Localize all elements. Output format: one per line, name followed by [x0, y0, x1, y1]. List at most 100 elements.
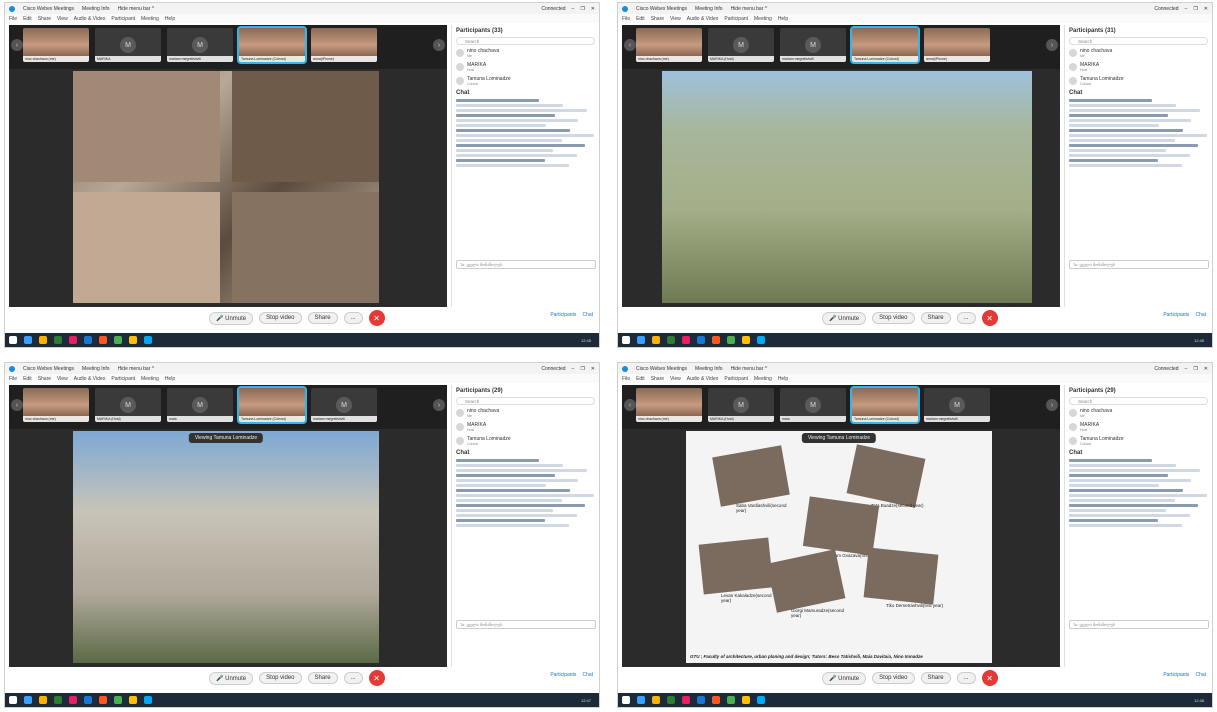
share-button[interactable]: Share — [920, 312, 951, 324]
taskbar-app-icon[interactable] — [637, 336, 645, 344]
menu-item[interactable]: Share — [38, 16, 51, 22]
participant-thumbnail[interactable]: Mmariam megrelishvili — [780, 28, 846, 62]
menu-item[interactable]: Participant — [111, 16, 135, 22]
stop-video-button[interactable]: Stop video — [259, 672, 302, 684]
taskbar-app-icon[interactable] — [682, 696, 690, 704]
taskbar-app-icon[interactable] — [114, 336, 122, 344]
more-button[interactable]: ... — [956, 672, 976, 684]
participant-search[interactable]: Search — [1069, 37, 1208, 45]
menu-item[interactable]: Audio & Video — [687, 376, 719, 382]
participant-row[interactable]: MARIKA Host — [1069, 422, 1208, 432]
menu-item[interactable]: View — [57, 376, 68, 382]
taskbar-app-icon[interactable] — [637, 696, 645, 704]
taskbar-app-icon[interactable] — [652, 696, 660, 704]
menu-item[interactable]: View — [670, 376, 681, 382]
menu-item[interactable]: Share — [38, 376, 51, 382]
menu-item[interactable]: Audio & Video — [74, 16, 106, 22]
next-icon[interactable]: › — [433, 39, 445, 51]
hide-menu-button[interactable]: Hide menu bar ^ — [731, 366, 768, 372]
menu-item[interactable]: Participant — [111, 376, 135, 382]
participants-toggle[interactable]: Participants — [1163, 672, 1189, 678]
participant-thumbnail[interactable]: M MARIKA — [95, 28, 161, 62]
menu-item[interactable]: Participant — [724, 16, 748, 22]
close-icon[interactable]: ✕ — [591, 6, 595, 12]
participant-search[interactable]: Search — [456, 37, 595, 45]
taskbar-app-icon[interactable] — [622, 336, 630, 344]
unmute-button[interactable]: 🎤 Unmute — [209, 311, 254, 325]
restore-icon[interactable]: ❐ — [1193, 366, 1197, 372]
minimize-icon[interactable]: – — [572, 6, 575, 12]
participant-row[interactable]: Tamuna Lominadze Cohost — [456, 436, 595, 446]
close-icon[interactable]: ✕ — [1204, 6, 1208, 12]
taskbar-app-icon[interactable] — [757, 336, 765, 344]
participant-row[interactable]: nino chachava Me — [1069, 408, 1208, 418]
taskbar-app-icon[interactable] — [742, 696, 750, 704]
prev-icon[interactable]: ‹ — [11, 39, 23, 51]
menu-item[interactable]: View — [57, 16, 68, 22]
next-icon[interactable]: › — [1046, 39, 1058, 51]
prev-icon[interactable]: ‹ — [624, 39, 636, 51]
taskbar-app-icon[interactable] — [727, 696, 735, 704]
participant-thumbnail[interactable]: M MARIKA (Host) — [95, 388, 161, 422]
participant-thumbnail[interactable]: Tamuna Lominadze (Cohost) — [237, 26, 307, 64]
menu-item[interactable]: Meeting — [141, 16, 159, 22]
unmute-button[interactable]: 🎤 Unmute — [822, 671, 867, 685]
menu-item[interactable]: Audio & Video — [687, 16, 719, 22]
participant-thumbnail[interactable]: M MARIKA (Host) — [708, 388, 774, 422]
participant-row[interactable]: MARIKA Host — [1069, 62, 1208, 72]
taskbar-app-icon[interactable] — [667, 696, 675, 704]
participant-row[interactable]: Tamuna Lominadze Cohost — [1069, 76, 1208, 86]
taskbar-app-icon[interactable] — [144, 336, 152, 344]
next-icon[interactable]: › — [1046, 399, 1058, 411]
taskbar-app-icon[interactable] — [54, 336, 62, 344]
menu-item[interactable]: Audio & Video — [74, 376, 106, 382]
taskbar-app-icon[interactable] — [757, 696, 765, 704]
participants-toggle[interactable]: Participants — [550, 672, 576, 678]
taskbar-app-icon[interactable] — [39, 696, 47, 704]
participant-thumbnail[interactable]: anna(iPhone) — [311, 28, 377, 62]
end-call-icon[interactable]: ✕ — [981, 670, 998, 686]
share-button[interactable]: Share — [307, 672, 338, 684]
taskbar-app-icon[interactable] — [144, 696, 152, 704]
close-icon[interactable]: ✕ — [591, 366, 595, 372]
taskbar-app-icon[interactable] — [652, 336, 660, 344]
meeting-info-button[interactable]: Meeting Info — [82, 366, 110, 372]
taskbar-app-icon[interactable] — [9, 336, 17, 344]
chat-to-select[interactable]: To: ყველა მონაწილეს — [1069, 260, 1209, 269]
meeting-info-button[interactable]: Meeting Info — [82, 6, 110, 12]
participant-row[interactable]: MARIKA Host — [456, 422, 595, 432]
restore-icon[interactable]: ❐ — [1193, 6, 1197, 12]
participant-thumbnail[interactable]: Mmaia — [167, 388, 233, 422]
participants-toggle[interactable]: Participants — [550, 312, 576, 318]
restore-icon[interactable]: ❐ — [580, 6, 584, 12]
taskbar-app-icon[interactable] — [712, 696, 720, 704]
taskbar-app-icon[interactable] — [697, 696, 705, 704]
menu-item[interactable]: Meeting — [141, 376, 159, 382]
taskbar-app-icon[interactable] — [727, 336, 735, 344]
participant-thumbnail[interactable]: M MARIKA (Host) — [708, 28, 774, 62]
participant-thumbnail[interactable]: Tamuna Lominadze (Cohost) — [850, 26, 920, 64]
hide-menu-button[interactable]: Hide menu bar ^ — [731, 6, 768, 12]
menu-item[interactable]: File — [9, 376, 17, 382]
menu-item[interactable]: Help — [165, 16, 175, 22]
unmute-button[interactable]: 🎤 Unmute — [822, 311, 867, 325]
taskbar-app-icon[interactable] — [69, 336, 77, 344]
participant-thumbnail[interactable]: Mmaia — [780, 388, 846, 422]
participant-thumbnail[interactable]: nino chachava (me) — [23, 28, 89, 62]
taskbar-app-icon[interactable] — [667, 336, 675, 344]
meeting-info-button[interactable]: Meeting Info — [695, 366, 723, 372]
taskbar-app-icon[interactable] — [129, 336, 137, 344]
menu-item[interactable]: File — [9, 16, 17, 22]
next-icon[interactable]: › — [433, 399, 445, 411]
participant-row[interactable]: MARIKA Host — [456, 62, 595, 72]
end-call-icon[interactable]: ✕ — [368, 670, 385, 686]
stop-video-button[interactable]: Stop video — [872, 672, 915, 684]
stop-video-button[interactable]: Stop video — [259, 312, 302, 324]
taskbar-app-icon[interactable] — [9, 696, 17, 704]
chat-to-select[interactable]: To: ყველა მონაწილეს — [456, 620, 596, 629]
share-button[interactable]: Share — [307, 312, 338, 324]
menu-item[interactable]: Participant — [724, 376, 748, 382]
unmute-button[interactable]: 🎤 Unmute — [209, 671, 254, 685]
minimize-icon[interactable]: – — [1185, 366, 1188, 372]
menu-item[interactable]: Help — [165, 376, 175, 382]
